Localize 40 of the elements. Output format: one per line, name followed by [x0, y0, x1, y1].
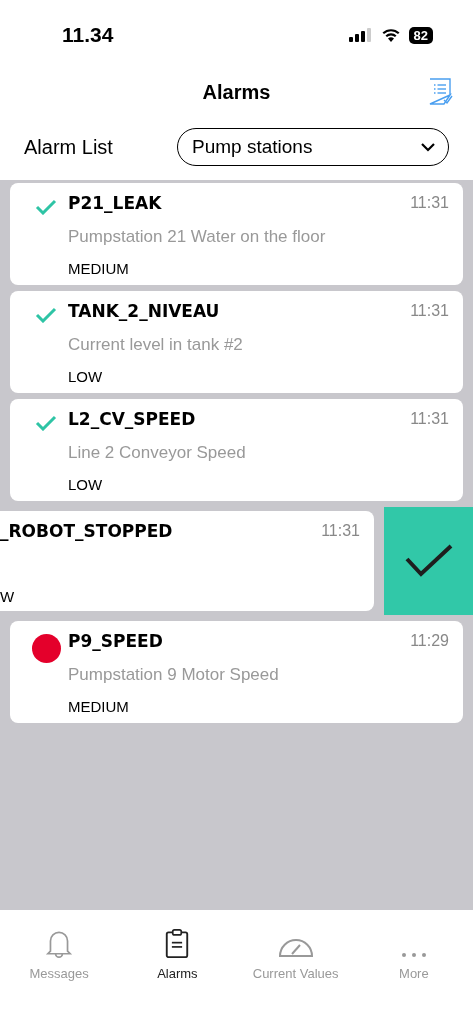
alarm-list-label: Alarm List	[24, 135, 113, 159]
check-icon	[35, 199, 57, 215]
alarm-card[interactable]: _ROBOT_STOPPED 11:31 W	[0, 511, 374, 611]
alarm-severity: LOW	[68, 368, 104, 385]
more-icon	[400, 952, 427, 958]
alarm-card[interactable]: P9_SPEED 11:29 Pumpstation 9 Motor Speed MEDIUM	[10, 621, 463, 723]
alarm-severity: MEDIUM	[68, 260, 130, 277]
check-icon	[35, 415, 57, 431]
alarm-name: L2_CV_SPEED	[68, 409, 196, 429]
check-icon	[403, 543, 454, 579]
alarm-description: Pumpstation 21 Water on the floor	[68, 227, 327, 247]
alarm-description: Pumpstation 9 Motor Speed	[68, 665, 280, 685]
check-icon	[35, 307, 57, 323]
alarm-severity: LOW	[68, 476, 104, 493]
tab[interactable]: Alarms	[118, 928, 237, 982]
chevron-icon	[420, 142, 436, 152]
checklist-icon[interactable]	[429, 78, 453, 106]
alarm-name: P9_SPEED	[68, 631, 163, 651]
alarm-time: 11:31	[410, 302, 449, 320]
alarm-severity: W	[0, 588, 16, 605]
alarm-description: Current level in tank #2	[68, 335, 244, 355]
alarm-card[interactable]: TANK_2_NIVEAU 11:31 Current level in tank #2 LOW	[10, 291, 463, 393]
alarm-name: TANK_2_NIVEAU	[68, 301, 220, 321]
signal-icon	[348, 28, 373, 42]
battery-icon: 82	[408, 26, 433, 44]
alarm-card[interactable]: P21_LEAK 11:31 Pumpstation 21 Water on the floor MEDIUM	[10, 183, 463, 285]
wifi-icon	[380, 28, 401, 42]
alarm-time: 11:31	[410, 410, 449, 428]
alarm-name: P21_LEAK	[68, 193, 162, 213]
alarm-time: 11:31	[410, 194, 449, 212]
status-time: 11.34	[62, 23, 114, 47]
alarm-list-dropdown[interactable]: Pump stations	[177, 128, 449, 166]
alarm-severity: MEDIUM	[68, 698, 130, 715]
alarm-time: 11:31	[321, 522, 360, 540]
acknowledge-button[interactable]	[384, 507, 473, 615]
page-title: Alarms	[202, 80, 271, 104]
alarm-description: Line 2 Conveyor Speed	[68, 443, 247, 463]
alarm-time: 11:29	[410, 632, 449, 650]
alarm-name: _ROBOT_STOPPED	[0, 521, 173, 541]
alarm-card[interactable]: L2_CV_SPEED 11:31 Line 2 Conveyor Speed LOW	[10, 399, 463, 501]
